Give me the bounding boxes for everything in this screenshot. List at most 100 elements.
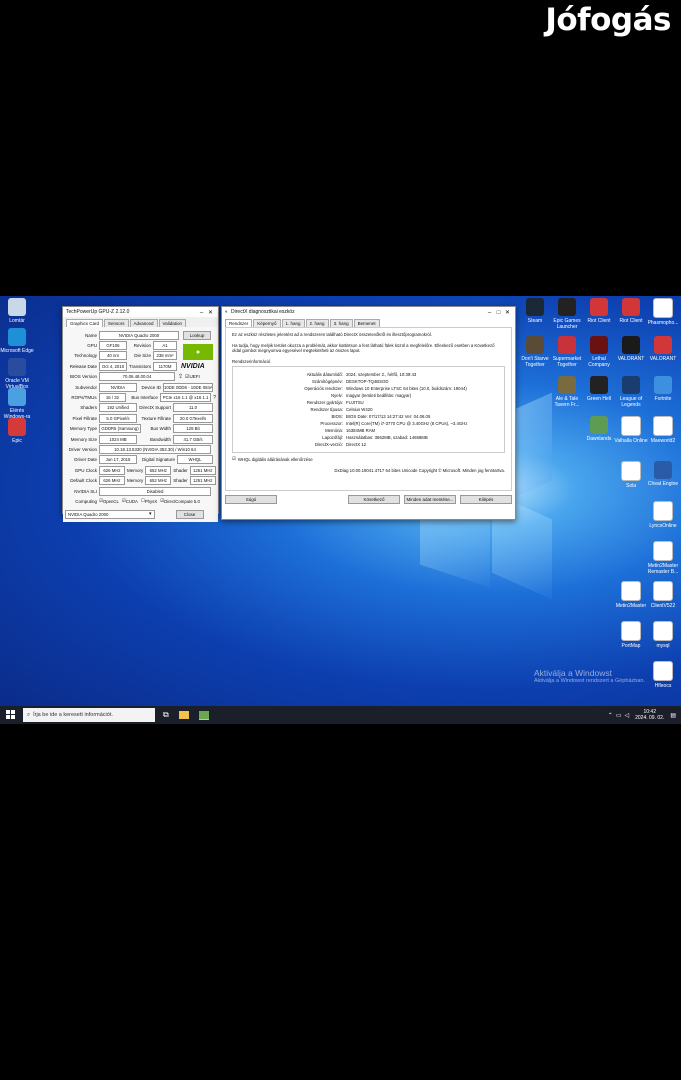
- desktop-icon-label: Don't Starve Together: [521, 356, 549, 368]
- nvidia-wordmark: NVIDIA: [181, 362, 205, 370]
- desktop-icon[interactable]: Valhalla Online: [614, 416, 648, 444]
- intro-text: Ez az eszköz részletes jelentést ad a re…: [232, 332, 432, 337]
- task-view-icon[interactable]: ⧉: [163, 710, 169, 720]
- network-icon[interactable]: ▭: [616, 712, 622, 719]
- desktop-icon-label: Sola: [625, 483, 636, 489]
- notifications-icon[interactable]: ▤: [670, 712, 676, 719]
- gpu-select[interactable]: NVIDIA Quadro 2000: [65, 509, 155, 519]
- desktop-icon[interactable]: Green Hell: [582, 376, 616, 402]
- system-info-row: Rendszer típusa: Celsius W420: [235, 406, 502, 413]
- file-explorer-icon[interactable]: [178, 711, 189, 719]
- default-shader-field: 1251 MHz: [189, 476, 216, 486]
- desktop-icon[interactable]: ClientV522: [646, 581, 680, 609]
- system-info-row: Lapozófájl: Használatban: 3862MB, szabad:…: [235, 434, 502, 441]
- device-id-field: 10DE 0DD8 - 10DE 084A: [163, 382, 213, 392]
- next-page-button[interactable]: Következő: [348, 495, 400, 504]
- desktop-icon[interactable]: Hfleocs: [646, 661, 680, 689]
- desktop-icon[interactable]: mysql: [646, 621, 680, 649]
- desktop-icon[interactable]: Cheat Engine: [646, 461, 680, 487]
- tab-advanced[interactable]: Advanced: [129, 319, 158, 327]
- windows-start-icon[interactable]: [6, 710, 15, 719]
- label: Shaders: [80, 405, 97, 411]
- desktop-icon-label: VALORANT: [617, 356, 645, 362]
- label: Bus Interface: [131, 395, 158, 401]
- taskbar-search[interactable]: ⌕ Írja be ide a keresett információt.: [23, 708, 155, 722]
- desktop-icon[interactable]: Supermarket Together: [550, 336, 584, 368]
- tab-hang-2[interactable]: 2. hang: [305, 319, 329, 327]
- desktop-icon[interactable]: Riot Client: [614, 298, 648, 324]
- desktop-icon[interactable]: Phasmopho...: [646, 298, 680, 326]
- desktop-icon[interactable]: PortMap: [614, 621, 648, 649]
- tab-bemenet[interactable]: Bemenet: [353, 319, 380, 327]
- system-info-value: Windows 10 Enterprise LTSC 64 bites (10.…: [346, 386, 467, 391]
- desktop-icon[interactable]: LyncsOnline: [646, 501, 680, 529]
- save-all-button[interactable]: Minden adat mentése...: [404, 495, 456, 504]
- tab-validation[interactable]: Validation: [158, 319, 186, 327]
- app-icon: [653, 416, 673, 436]
- app-icon: [653, 298, 673, 318]
- gpuz-taskbar-icon[interactable]: [198, 710, 209, 720]
- desktop-icon[interactable]: VALORANT: [646, 336, 680, 362]
- label: Die Size: [134, 353, 151, 359]
- label: Bandwidth: [149, 436, 171, 442]
- app-icon: [8, 388, 26, 406]
- desktop-icon[interactable]: Oracle VM VirtualBox: [0, 358, 34, 390]
- tab-kepernyo[interactable]: Képernyő: [253, 319, 281, 327]
- close-button[interactable]: Close: [175, 509, 204, 519]
- tab-hang-1[interactable]: 1. hang: [281, 319, 305, 327]
- help-icon[interactable]: ?: [213, 395, 216, 401]
- dxdiag-titlebar[interactable]: ◐ DirectX diagnosztikai eszköz – □ ✕: [222, 307, 515, 317]
- desktop-icon-label: Metin2Master Remaster B...: [647, 563, 679, 575]
- desktop-icon[interactable]: League of Legends: [614, 376, 648, 408]
- tab-graphics-card[interactable]: Graphics Card: [66, 319, 104, 327]
- label: Shader: [173, 478, 188, 484]
- chevron-down-icon[interactable]: ▾: [149, 511, 152, 517]
- clock[interactable]: 10:42 2024. 09. 02.: [635, 709, 664, 721]
- desktop-icon[interactable]: Metin2Master Remaster B...: [646, 541, 680, 575]
- close-icon[interactable]: ✕: [503, 309, 512, 316]
- desktop-icon[interactable]: Lethal Company: [582, 336, 616, 368]
- desktop-icon[interactable]: Epic: [0, 418, 34, 444]
- desktop-icon[interactable]: Fortnite: [646, 376, 680, 402]
- group-title: Rendszerinformáció: [232, 359, 271, 364]
- system-info-row: Operációs rendszer: Windows 10 Enterprise…: [235, 385, 502, 392]
- system-info-value: DirectX 12: [346, 442, 367, 447]
- tab-rendszer[interactable]: Rendszer: [225, 319, 253, 327]
- app-icon: [653, 581, 673, 601]
- desktop-icon[interactable]: Maeworld2: [646, 416, 680, 444]
- gpuz-window: TechPowerUp GPU-Z 2.12.0 – ✕ Graphics Car…: [62, 306, 219, 522]
- tab-sensors[interactable]: Sensors: [104, 319, 129, 327]
- share-icon[interactable]: ⇪: [178, 373, 183, 380]
- desktop-icon[interactable]: Dawnlands: [582, 416, 616, 442]
- desktop-icon[interactable]: Epic Games Launcher: [550, 298, 584, 330]
- tab-hang-3[interactable]: 3. hang: [329, 319, 353, 327]
- minimize-icon[interactable]: –: [197, 310, 206, 316]
- lookup-button[interactable]: Lookup: [183, 330, 211, 340]
- desktop-icon[interactable]: Riot Client: [582, 298, 616, 324]
- desktop-icon[interactable]: Metin2Master: [614, 581, 648, 609]
- desktop-icon[interactable]: VALORANT: [614, 336, 648, 362]
- pixel-fillrate-field: 5.0 GPixel/s: [99, 413, 137, 423]
- whql-checkbox[interactable]: ☑: [232, 456, 236, 462]
- tray-chevron-icon[interactable]: ⌃: [608, 712, 613, 719]
- desktop-icon[interactable]: Don't Starve Together: [518, 336, 552, 368]
- gpuz-titlebar[interactable]: TechPowerUp GPU-Z 2.12.0 – ✕: [63, 307, 218, 317]
- desktop-icon-label: Green Hell: [587, 396, 611, 402]
- exit-button[interactable]: Kilépés: [460, 495, 512, 504]
- minimize-icon[interactable]: –: [485, 310, 494, 316]
- desktop-icon[interactable]: Lomtár: [0, 298, 34, 324]
- desktop-icon[interactable]: Elérés Windows-ra: [0, 388, 34, 420]
- desktop-icon[interactable]: Steam: [518, 298, 552, 324]
- gpu-name-field: NVIDIA Quadro 2000: [99, 330, 179, 340]
- desktop-icon[interactable]: Sola: [614, 461, 648, 489]
- label: BIOS Version: [69, 374, 97, 380]
- desktop-icon[interactable]: Ale & Tale Tavern Fr...: [550, 376, 584, 408]
- label: Name: [84, 332, 97, 338]
- volume-icon[interactable]: ◁: [625, 712, 630, 719]
- maximize-icon[interactable]: □: [494, 310, 503, 316]
- close-icon[interactable]: ✕: [206, 309, 215, 316]
- help-button[interactable]: Súgó: [225, 495, 277, 504]
- system-info-row: Memória: 16384MB RAM: [235, 427, 502, 434]
- die-size-field: 238 mm²: [153, 351, 177, 361]
- desktop-icon[interactable]: Microsoft Edge: [0, 328, 34, 354]
